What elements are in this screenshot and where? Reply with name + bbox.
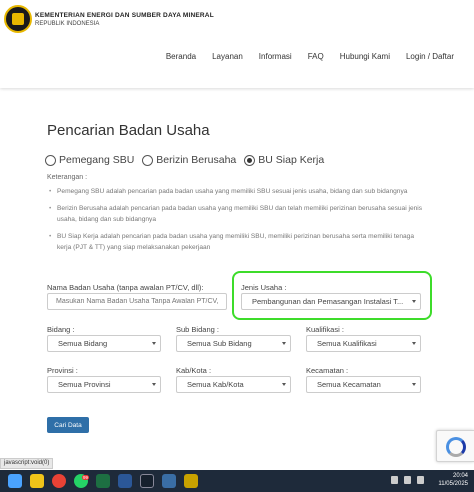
- radio-bu-siap-kerja[interactable]: BU Siap Kerja: [244, 154, 324, 166]
- radio-checked-icon[interactable]: [244, 154, 256, 166]
- radio-label: BU Siap Kerja: [258, 154, 325, 166]
- note-label: Keterangan :: [47, 174, 88, 181]
- provinsi-label: Provinsi :: [47, 366, 78, 375]
- radio-label: Berizin Berusaha: [156, 154, 237, 166]
- esdm-logo-icon[interactable]: [4, 5, 32, 33]
- app-icon[interactable]: [184, 474, 198, 488]
- caret-down-icon: [412, 342, 416, 345]
- kualifikasi-value: Semua Kualifikasi: [317, 339, 377, 348]
- start-icon[interactable]: [8, 474, 22, 488]
- caret-down-icon: [152, 383, 156, 386]
- caret-down-icon: [412, 300, 416, 303]
- clock-date: 11/05/2025: [438, 481, 468, 487]
- sub-bidang-value: Semua Sub Bidang: [187, 339, 252, 348]
- kecamatan-select[interactable]: Semua Kecamatan: [306, 376, 421, 393]
- kecamatan-label: Kecamatan :: [306, 366, 349, 375]
- bidang-value: Semua Bidang: [58, 339, 108, 348]
- jenis-usaha-label: Jenis Usaha :: [241, 283, 287, 292]
- recaptcha-icon: [446, 437, 466, 457]
- bidang-label: Bidang :: [47, 325, 75, 334]
- site-header: KEMENTERIAN ENERGI DAN SUMBER DAYA MINER…: [0, 0, 474, 88]
- nav-login-daftar[interactable]: Login / Daftar: [406, 52, 454, 61]
- system-tray: [391, 476, 424, 484]
- sub-bidang-label: Sub Bidang :: [176, 325, 219, 334]
- jenis-usaha-value: Pembangunan dan Pemasangan Instalasi T..…: [252, 297, 404, 306]
- radio-circle-icon[interactable]: [45, 154, 56, 166]
- clock-time: 20:04: [452, 473, 468, 479]
- note-item: Pemegang SBU adalah pencarian pada badan…: [47, 186, 427, 197]
- kab-kota-label: Kab/Kota :: [176, 366, 212, 375]
- radio-pemegang-sbu[interactable]: Pemegang SBU: [45, 154, 134, 166]
- caret-down-icon: [152, 342, 156, 345]
- battery-icon[interactable]: [417, 476, 424, 484]
- main-nav: Beranda Layanan Informasi FAQ Hubungi Ka…: [166, 52, 454, 61]
- nav-informasi[interactable]: Informasi: [259, 52, 292, 61]
- notes-list: Pemegang SBU adalah pencarian pada badan…: [47, 186, 427, 259]
- nav-faq[interactable]: FAQ: [308, 52, 324, 61]
- page-title: Pencarian Badan Usaha: [47, 122, 210, 139]
- provinsi-value: Semua Provinsi: [58, 380, 111, 389]
- nav-beranda[interactable]: Beranda: [166, 52, 196, 61]
- provinsi-select[interactable]: Semua Provinsi: [47, 376, 161, 393]
- radio-berizin-berusaha[interactable]: Berizin Berusaha: [142, 154, 236, 166]
- browser-status-bar: javascript:void(0): [0, 458, 54, 469]
- kecamatan-value: Semua Kecamatan: [317, 380, 381, 389]
- nama-badan-usaha-label: Nama Badan Usaha (tanpa awalan PT/CV, dl…: [47, 283, 204, 292]
- volume-icon[interactable]: [404, 476, 411, 484]
- kab-kota-select[interactable]: Semua Kab/Kota: [176, 376, 291, 393]
- note-item: BU Siap Kerja adalah pencarian pada bada…: [47, 231, 427, 253]
- recaptcha-badge[interactable]: [436, 430, 474, 462]
- app-icon[interactable]: [118, 474, 132, 488]
- app-icon[interactable]: [162, 474, 176, 488]
- clock[interactable]: 20:04 11/05/2025: [438, 472, 468, 488]
- kab-kota-value: Semua Kab/Kota: [187, 380, 244, 389]
- kualifikasi-select[interactable]: Semua Kualifikasi: [306, 335, 421, 352]
- radio-circle-icon[interactable]: [142, 154, 154, 166]
- nama-badan-usaha-input[interactable]: [47, 293, 227, 310]
- nav-hubungi-kami[interactable]: Hubungi Kami: [340, 52, 390, 61]
- chrome-icon[interactable]: [52, 474, 66, 488]
- search-type-radios: Pemegang SBU Berizin Berusaha BU Siap Ke…: [45, 154, 324, 166]
- file-explorer-icon[interactable]: [30, 474, 44, 488]
- caret-down-icon: [282, 342, 286, 345]
- sub-bidang-select[interactable]: Semua Sub Bidang: [176, 335, 291, 352]
- excel-icon[interactable]: [96, 474, 110, 488]
- taskbar: 99 20:04 11/05/2025: [0, 470, 474, 492]
- steam-icon[interactable]: [140, 474, 154, 488]
- wifi-icon[interactable]: [391, 476, 398, 484]
- whatsapp-icon[interactable]: 99: [74, 474, 90, 488]
- note-item: Berizin Berusaha adalah pencarian pada b…: [47, 203, 427, 225]
- org-subtitle: REPUBLIK INDONESIA: [35, 21, 100, 27]
- nav-layanan[interactable]: Layanan: [212, 52, 243, 61]
- kualifikasi-label: Kualifikasi :: [306, 325, 344, 334]
- jenis-usaha-select[interactable]: Pembangunan dan Pemasangan Instalasi T..…: [241, 293, 421, 310]
- org-name: KEMENTERIAN ENERGI DAN SUMBER DAYA MINER…: [35, 12, 214, 19]
- caret-down-icon: [412, 383, 416, 386]
- radio-label: Pemegang SBU: [59, 154, 135, 166]
- cari-data-button[interactable]: Cari Data: [47, 417, 89, 433]
- caret-down-icon: [282, 383, 286, 386]
- bidang-select[interactable]: Semua Bidang: [47, 335, 161, 352]
- notification-badge: 99: [82, 475, 90, 480]
